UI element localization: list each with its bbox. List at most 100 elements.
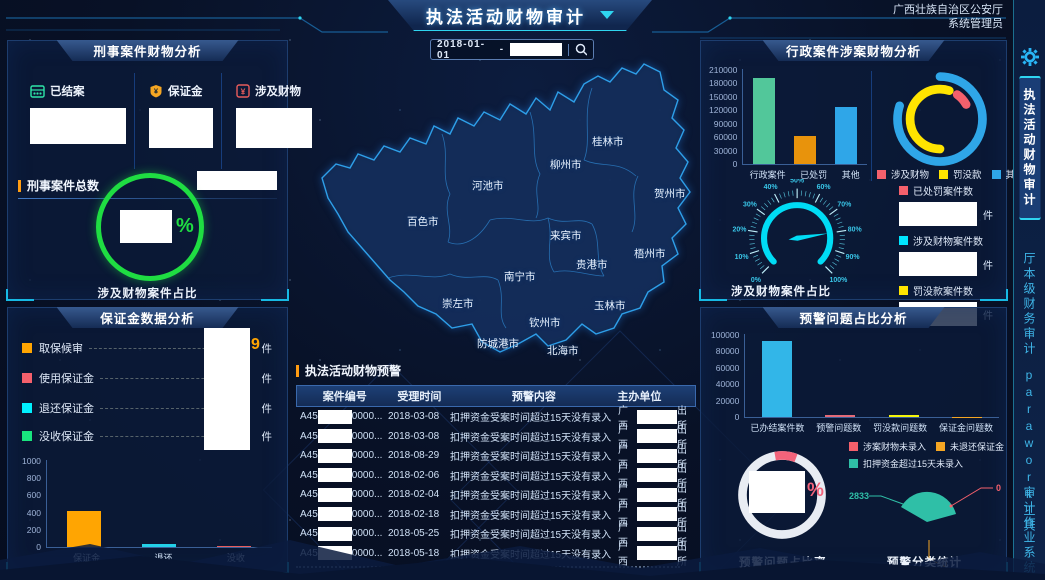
legend-swatch: [899, 236, 908, 245]
org-name: 广西壮族自治区公安厅: [893, 3, 1003, 17]
redacted-value: [318, 449, 352, 463]
bar: [762, 341, 792, 417]
panel-title: 行政案件涉案财物分析: [763, 40, 945, 61]
panel-admin-analysis: 行政案件涉案财物分析 21000018000015000012000090000…: [700, 40, 1007, 300]
svg-text:60%: 60%: [817, 184, 831, 191]
map-city-label[interactable]: 防城港市: [477, 336, 519, 351]
map-city-label[interactable]: 桂林市: [592, 134, 624, 149]
warning-table-section: 执法活动财物预警 案件编号 受理时间 预警内容 主办单位 A450000...2…: [296, 362, 696, 578]
page-title: 执法活动财物审计: [426, 3, 586, 28]
gear-icon[interactable]: [1021, 48, 1039, 66]
legend-swatch: [877, 170, 886, 179]
admin-donut-legend: 涉及财物 罚没款 其他: [877, 167, 1025, 181]
user-info: 广西壮族自治区公安厅 系统管理员: [893, 3, 1003, 31]
legend-swatch: [899, 186, 908, 195]
bar: [825, 415, 855, 417]
warning-bar-chart: 100000800006000040000200000 已办结案件数预警问题数罚…: [711, 334, 999, 434]
redacted-end-date[interactable]: [510, 43, 562, 56]
gauge-chart: 0%10%20%30%40%50%60%70%80%90%100%: [709, 179, 887, 287]
redacted-value: [749, 471, 805, 513]
bar: [889, 415, 919, 417]
svg-text:50%: 50%: [790, 179, 804, 184]
panel-title: 保证金数据分析: [57, 307, 239, 328]
svg-text:20%: 20%: [733, 227, 747, 234]
date-separator: -: [500, 44, 504, 55]
gauge-caption: 涉及财物案件占比: [731, 283, 831, 299]
map-city-label[interactable]: 百色市: [407, 214, 439, 229]
map-city-label[interactable]: 梧州市: [634, 246, 666, 261]
title-dropdown-icon[interactable]: [600, 11, 614, 19]
panel-warning-ratio: 预警问题占比分析 100000800006000040000200000 已办结…: [700, 307, 1007, 573]
legend-swatch: [22, 403, 32, 413]
map-canvas[interactable]: [292, 56, 696, 356]
bar: [835, 107, 857, 164]
x-axis-labels: 已办结案件数预警问题数罚没款问题数保证金问题数: [744, 418, 999, 434]
donut-caption: 涉及财物案件占比: [8, 285, 287, 301]
legend-swatch: [936, 442, 945, 451]
col-header: 预警内容: [450, 388, 617, 404]
dashboard: 执法活动财物审计 广西壮族自治区公安厅 系统管理员 刑事案件财物分析 已结案 ¥…: [0, 0, 1045, 580]
sidebar-item-audit-work-system[interactable]: 审计作业系统: [1021, 486, 1038, 576]
map-city-label[interactable]: 北海市: [547, 343, 579, 358]
legend-swatch: [849, 459, 858, 468]
x-axis-labels: 保证金退还没收: [46, 548, 272, 564]
map-city-label[interactable]: 南宁市: [504, 269, 536, 284]
svg-text:100%: 100%: [829, 277, 847, 284]
legend-swatch: [939, 170, 948, 179]
redacted-value: [149, 108, 213, 148]
svg-text:40%: 40%: [764, 184, 778, 191]
map-city-label[interactable]: 贵港市: [576, 257, 608, 272]
panel-criminal-analysis: 刑事案件财物分析 已结案 ¥ 保证金 ¥ 涉及财物: [7, 40, 288, 300]
map-city-label[interactable]: 柳州市: [550, 157, 582, 172]
panel-title: 预警问题占比分析: [763, 307, 945, 328]
sidebar-item-department-finance-audit[interactable]: 厅本级财务审计: [1021, 252, 1038, 357]
section-accent-bar: [18, 180, 21, 192]
redacted-value: [318, 507, 352, 521]
abacus-icon: [30, 85, 45, 98]
svg-text:70%: 70%: [837, 202, 851, 209]
right-sidebar: 执法活动财物审计 厅本级财务审计 parawork工具 审计作业系统: [1013, 0, 1045, 580]
legend-swatch: [22, 373, 32, 383]
user-role: 系统管理员: [893, 17, 1003, 31]
table-row[interactable]: A450000...2018-05-18扣押资金受案时间超过15天没有录入广西出…: [296, 544, 696, 564]
map-city-label[interactable]: 贺州市: [654, 186, 686, 201]
map-city-label[interactable]: 崇左市: [442, 296, 474, 311]
divider: [568, 44, 569, 56]
map-city-label[interactable]: 玉林市: [594, 298, 626, 313]
stat-label: 已结案: [50, 83, 85, 99]
redacted-value: [637, 546, 677, 560]
y-axis: 10008006004002000: [22, 456, 46, 552]
map-city-label[interactable]: 来宾市: [550, 228, 582, 243]
legend-swatch: [22, 343, 32, 353]
bar: [217, 546, 251, 547]
plot-area: [742, 69, 867, 165]
divider: [871, 71, 872, 181]
stat-label: 保证金: [168, 83, 203, 99]
percent-sign: %: [176, 215, 194, 238]
svg-text:¥: ¥: [241, 86, 246, 96]
map-city-label[interactable]: 钦州市: [529, 315, 561, 330]
legend-swatch: [22, 431, 32, 441]
map-container: 桂林市 柳州市 贺州市 河池市 百色市 来宾市 梧州市 贵港市 南宁市 玉林市 …: [292, 56, 696, 356]
admin-bar-chart: 2100001800001500001200009000060000300000…: [709, 69, 867, 181]
redacted-value: [120, 210, 172, 243]
redacted-value: [318, 546, 352, 560]
section-warning-title: 执法活动财物预警: [296, 362, 696, 379]
redacted-value: [30, 108, 126, 144]
y-axis: 100000800006000040000200000: [711, 330, 744, 422]
sidebar-item-law-enforcement-audit[interactable]: 执法活动财物审计: [1019, 78, 1040, 218]
svg-text:80%: 80%: [848, 227, 862, 234]
map-city-label[interactable]: 河池市: [472, 178, 504, 193]
redacted-value: [197, 171, 277, 190]
redacted-value: [318, 527, 352, 541]
panel-bail-analysis: 保证金数据分析 取保候审 件 使用保证金 件 退还保证金 件 没收保证金 件 9: [7, 307, 288, 573]
partial-digit: 9: [251, 336, 260, 354]
redacted-value: [318, 488, 352, 502]
redacted-value: [204, 328, 250, 450]
percent-sign: %: [807, 480, 824, 502]
search-icon[interactable]: [575, 43, 587, 56]
money-icon: ¥: [236, 84, 250, 98]
pie-caption: 预警分类统计: [887, 554, 962, 570]
bar: [794, 136, 816, 165]
col-header: 受理时间: [389, 388, 451, 404]
